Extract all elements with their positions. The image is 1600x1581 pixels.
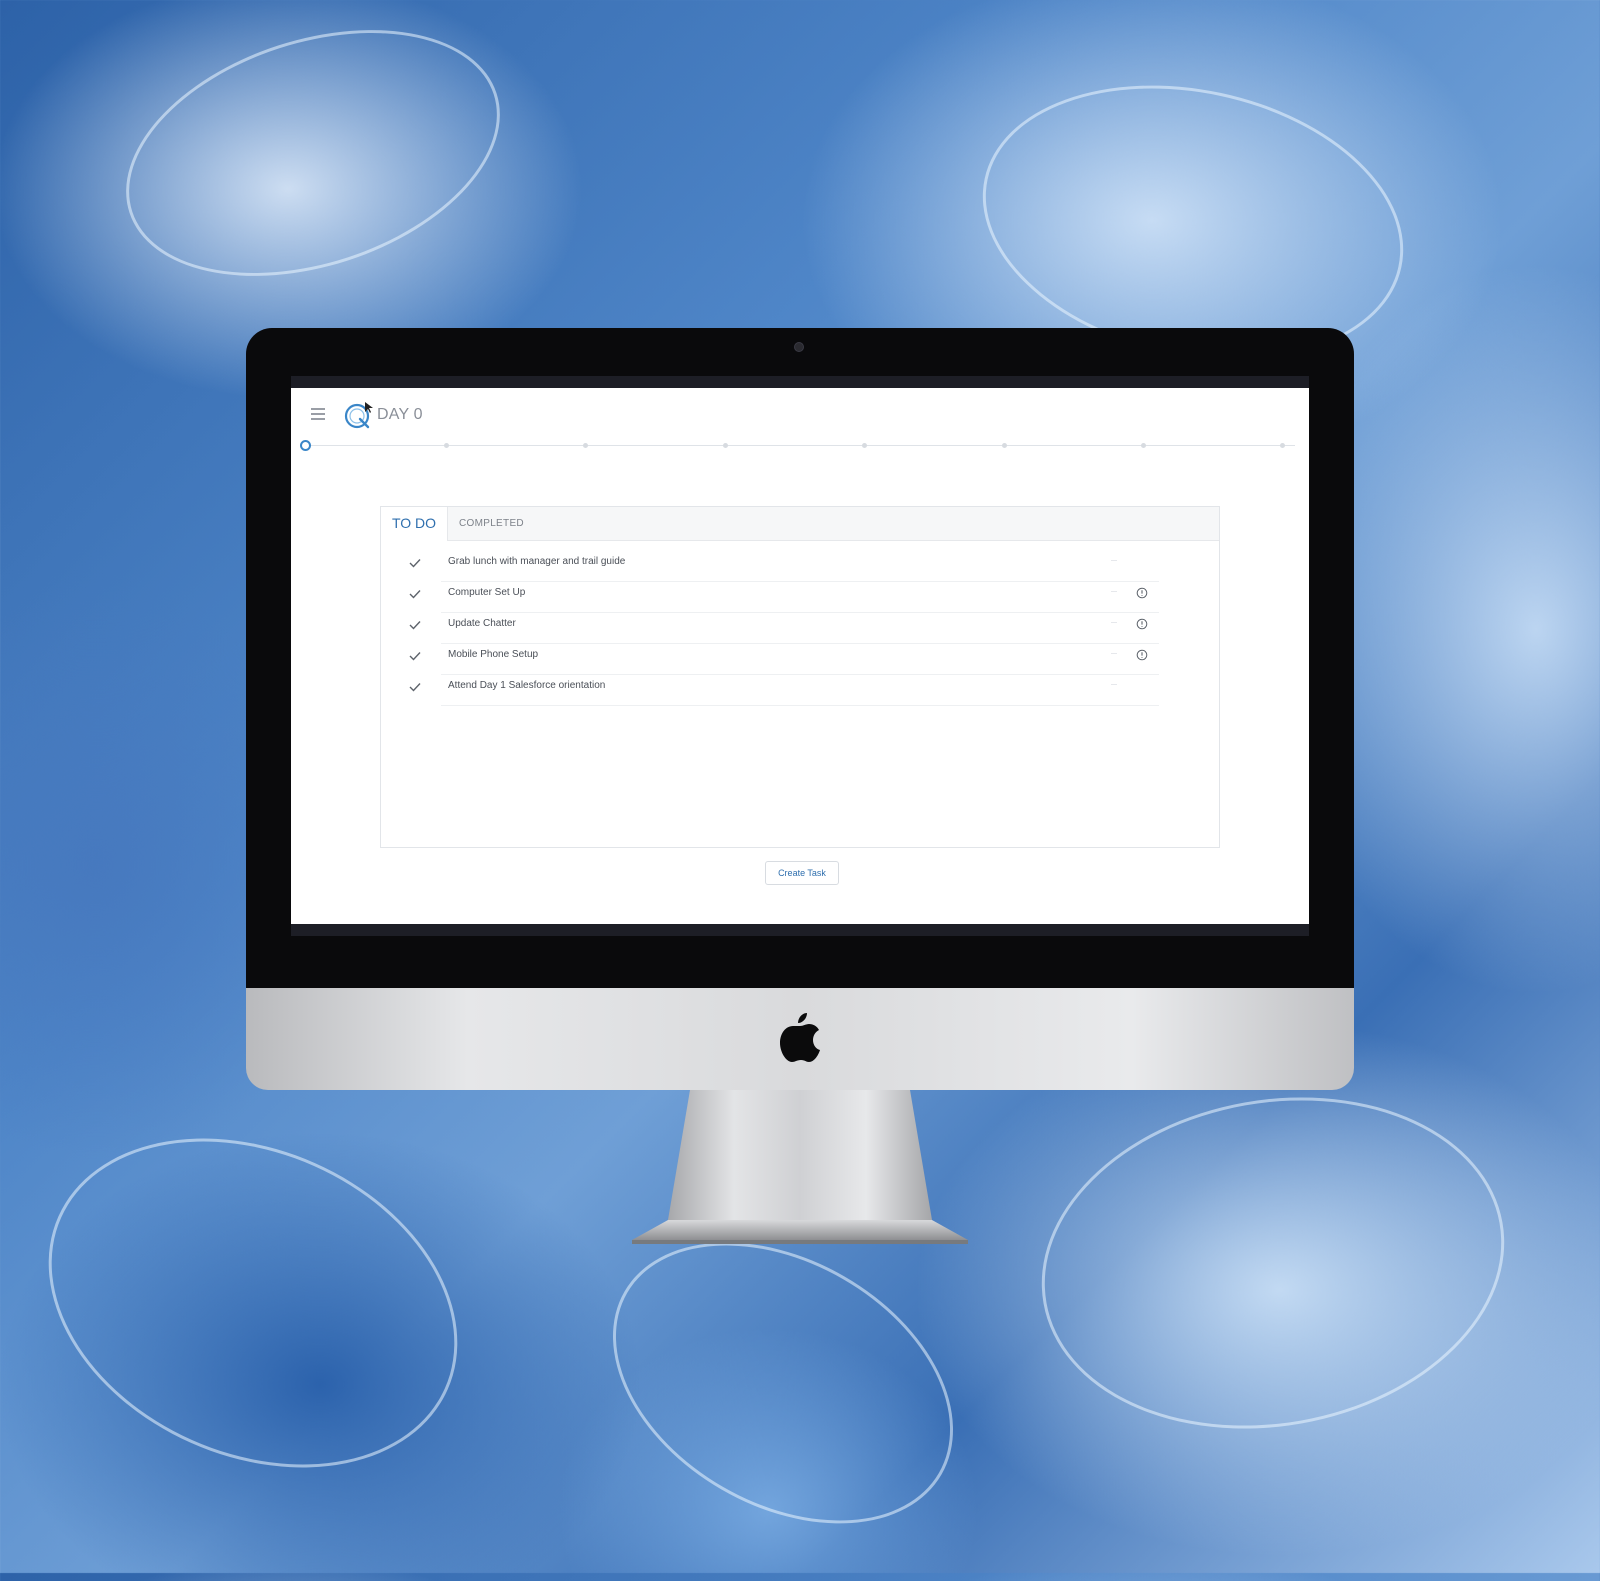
progress-step[interactable]	[862, 443, 867, 448]
progress-step[interactable]	[583, 443, 588, 448]
info-icon[interactable]	[1136, 649, 1148, 661]
mouse-cursor-icon	[365, 402, 373, 413]
camera	[794, 342, 804, 352]
monitor-chin	[246, 988, 1354, 1090]
background-vein	[94, 0, 532, 321]
tasks-card: TO DO COMPLETED Grab lunch with manager …	[380, 506, 1220, 848]
progress-path	[300, 440, 1295, 451]
task-divider-mark	[1111, 622, 1117, 623]
monitor-screen: DAY 0 TO DO COMPLETED Grab lunch with ma…	[291, 376, 1309, 936]
task-divider-mark	[1111, 591, 1117, 592]
apple-logo-icon	[780, 1013, 820, 1062]
app-window: DAY 0 TO DO COMPLETED Grab lunch with ma…	[291, 388, 1309, 936]
info-icon[interactable]	[1136, 587, 1148, 599]
task-tabs: TO DO COMPLETED	[381, 507, 1219, 541]
app-header: DAY 0	[291, 388, 1309, 446]
progress-line	[305, 445, 1295, 446]
task-divider-mark	[1111, 684, 1117, 685]
tab-completed[interactable]: COMPLETED	[459, 507, 524, 540]
task-row[interactable]: Update Chatter	[381, 613, 1219, 644]
create-task-button[interactable]: Create Task	[765, 861, 839, 885]
task-label: Update Chatter	[448, 618, 516, 629]
task-label: Computer Set Up	[448, 587, 526, 598]
progress-step[interactable]	[1141, 443, 1146, 448]
row-divider	[441, 705, 1159, 706]
task-row[interactable]: Attend Day 1 Salesforce orientation	[381, 675, 1219, 706]
task-row[interactable]: Computer Set Up	[381, 582, 1219, 613]
screen-bottom-bar	[291, 924, 1309, 936]
tab-todo[interactable]: TO DO	[381, 507, 448, 541]
background-vein	[1015, 1062, 1531, 1464]
task-label: Grab lunch with manager and trail guide	[448, 556, 626, 567]
task-list: Grab lunch with manager and trail guide …	[381, 551, 1219, 706]
info-icon[interactable]	[1136, 618, 1148, 630]
task-divider-mark	[1111, 560, 1117, 561]
checkmark-icon[interactable]	[409, 682, 421, 692]
progress-step[interactable]	[1280, 443, 1285, 448]
task-divider-mark	[1111, 653, 1117, 654]
progress-current-step[interactable]	[300, 440, 311, 451]
checkmark-icon[interactable]	[409, 651, 421, 661]
checkmark-icon[interactable]	[409, 620, 421, 630]
task-label: Mobile Phone Setup	[448, 649, 539, 660]
progress-step[interactable]	[1002, 443, 1007, 448]
hamburger-menu-icon[interactable]	[311, 408, 325, 420]
checkmark-icon[interactable]	[409, 589, 421, 599]
task-label: Attend Day 1 Salesforce orientation	[448, 680, 606, 691]
monitor-bezel: DAY 0 TO DO COMPLETED Grab lunch with ma…	[246, 328, 1354, 988]
monitor-stand	[632, 1090, 968, 1244]
task-row[interactable]: Grab lunch with manager and trail guide	[381, 551, 1219, 582]
progress-step[interactable]	[723, 443, 728, 448]
page-title: DAY 0	[377, 406, 423, 423]
checkmark-icon[interactable]	[409, 558, 421, 568]
background-vein	[0, 1076, 510, 1530]
progress-step[interactable]	[444, 443, 449, 448]
task-row[interactable]: Mobile Phone Setup	[381, 644, 1219, 675]
